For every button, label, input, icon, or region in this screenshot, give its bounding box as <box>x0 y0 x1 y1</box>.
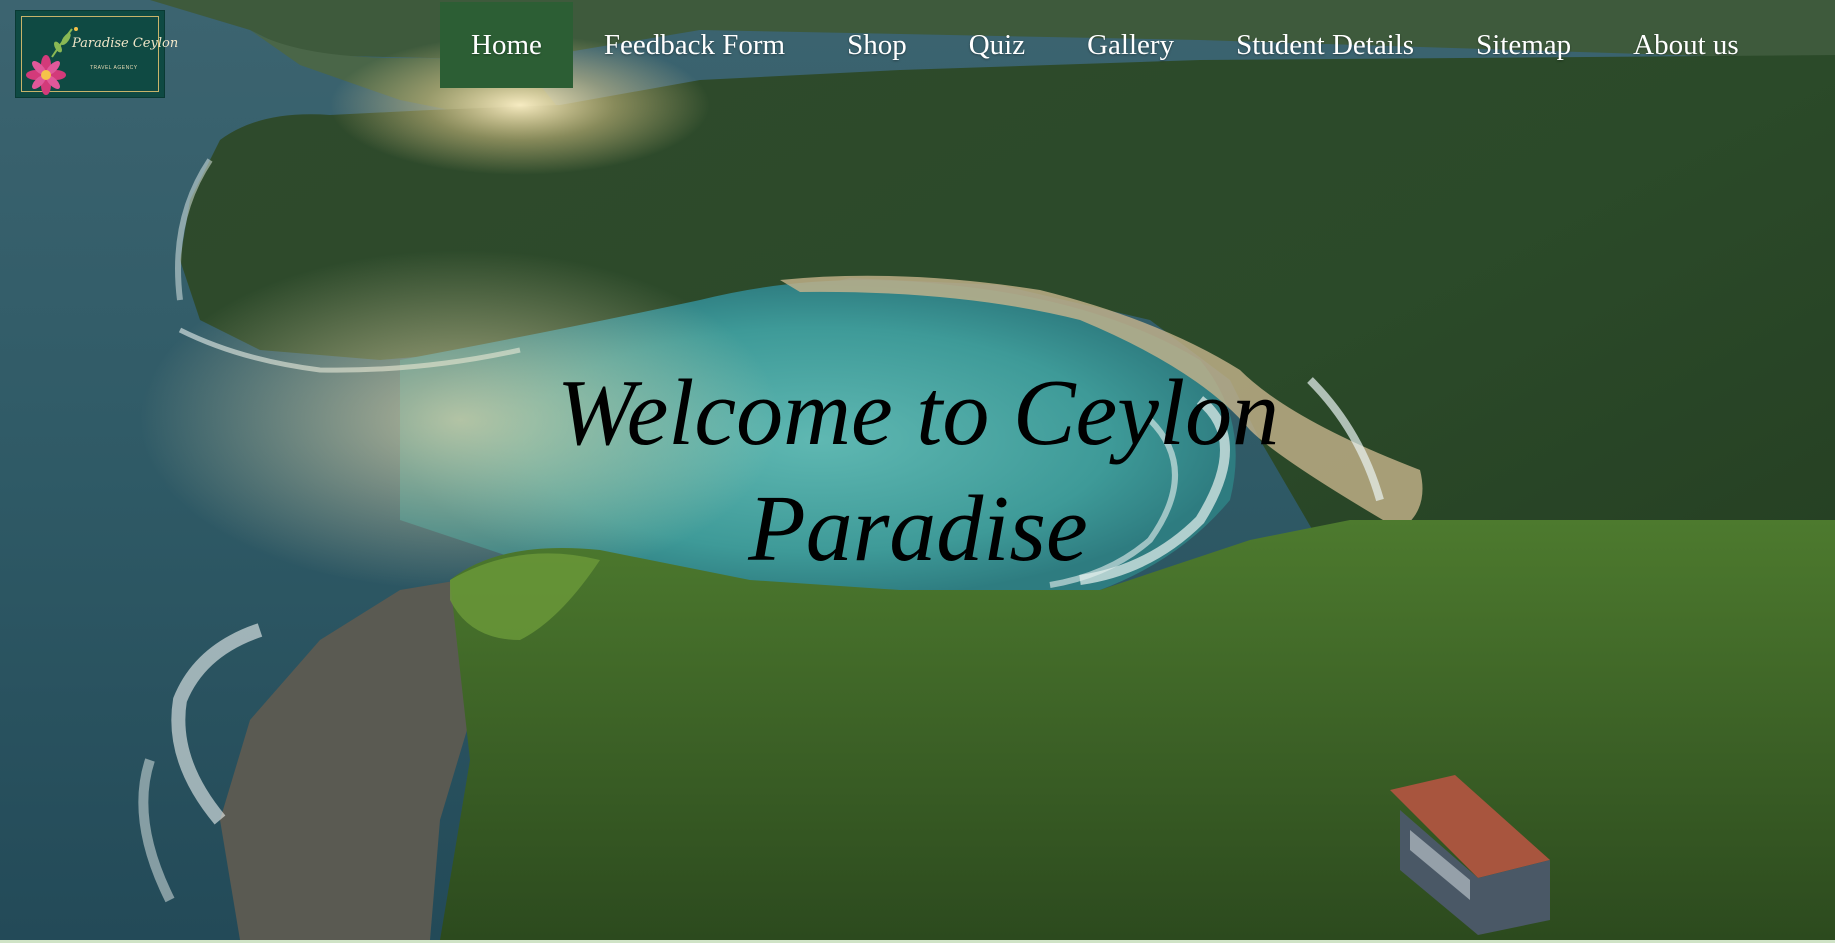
nav-sitemap-link[interactable]: Sitemap <box>1445 2 1602 88</box>
main-navigation: Home Feedback Form Shop Quiz Gallery Stu… <box>440 2 1770 88</box>
flower-icon <box>26 27 78 95</box>
site-logo[interactable]: Paradise Ceylon TRAVEL AGENCY <box>15 10 179 98</box>
hero-heading: Welcome to Ceylon Paradise <box>556 361 1280 581</box>
nav-feedback-form-link[interactable]: Feedback Form <box>573 2 816 88</box>
nav-about-us-link[interactable]: About us <box>1602 2 1770 88</box>
nav-student-details-link[interactable]: Student Details <box>1205 2 1445 88</box>
hero-section: Paradise Ceylon TRAVEL AGENCY Home Feedb… <box>0 0 1835 940</box>
nav-home-link[interactable]: Home <box>440 2 573 88</box>
nav-gallery-link[interactable]: Gallery <box>1056 2 1205 88</box>
nav-shop-link[interactable]: Shop <box>816 2 938 88</box>
logo-tagline: TRAVEL AGENCY <box>90 65 138 71</box>
nav-quiz-link[interactable]: Quiz <box>938 2 1056 88</box>
logo-brand-text: Paradise Ceylon <box>72 36 179 51</box>
